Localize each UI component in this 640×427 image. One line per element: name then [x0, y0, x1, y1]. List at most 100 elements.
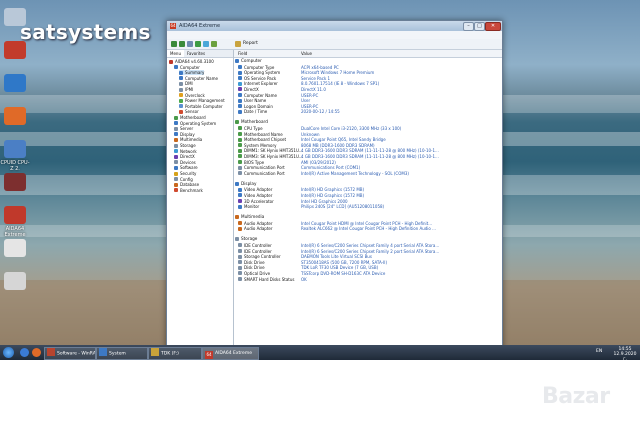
- language-indicator[interactable]: EN: [596, 349, 602, 354]
- desktop-shortcut-icon[interactable]: [4, 41, 26, 59]
- tree-item[interactable]: IPMI: [179, 87, 193, 92]
- detail-row[interactable]: Communication Port Intel(R) Active Manage…: [234, 171, 502, 176]
- detail-row[interactable]: SMART Hard Disks Status OK: [234, 277, 502, 282]
- tree-item[interactable]: Database: [174, 182, 199, 187]
- taskbar-button[interactable]: 64 AIDA64 Extreme: [202, 347, 259, 360]
- title-bar[interactable]: 64 AIDA64 Extreme – □ ✕: [167, 21, 502, 31]
- detail-row[interactable]: Monitor Philips 240S [24" LCD] (AU5120801…: [234, 204, 502, 209]
- tree-item[interactable]: Power Management: [179, 98, 225, 103]
- detail-row[interactable]: CPU Type DualCore Intel Core i3-2120, 330…: [234, 126, 502, 131]
- detail-row[interactable]: Disk Drive ST3500418AS (500 GB, 7200 RPM,…: [234, 260, 502, 265]
- detail-row[interactable]: Audio Adapter Realtek ALC662 @ Intel Coug…: [234, 226, 502, 231]
- desktop-shortcut-icon[interactable]: [4, 206, 26, 224]
- detail-value: 8068 MB (DDR3-1600 DDR3 SDRAM): [301, 142, 375, 148]
- tree-item[interactable]: Overclock: [179, 93, 205, 98]
- detail-row[interactable]: Optical Drive TSSTcorp DVD-ROM SH-D163C A…: [234, 271, 502, 276]
- detail-row[interactable]: Date / Time 2020-00-12 / 14:55: [234, 109, 502, 114]
- detail-row[interactable]: DirectX DirectX 11.0: [234, 87, 502, 92]
- detail-row[interactable]: Logon Domain USER-PC: [234, 104, 502, 109]
- close-button[interactable]: ✕: [485, 22, 501, 31]
- tree-item-icon: [174, 165, 178, 170]
- detail-row[interactable]: Computer Name USER-PC: [234, 93, 502, 98]
- tree-item[interactable]: Computer Name: [179, 76, 218, 81]
- minimize-button[interactable]: –: [463, 22, 474, 31]
- desktop-shortcut-icon[interactable]: [4, 173, 26, 191]
- nav-tab[interactable]: Favorites: [184, 50, 208, 57]
- tree-item[interactable]: Security: [174, 171, 196, 176]
- desktop-shortcut-icon[interactable]: [4, 140, 26, 158]
- detail-row-icon: [238, 70, 242, 75]
- detail-row[interactable]: Motherboard Name Unknown: [234, 132, 502, 137]
- tree-item[interactable]: DMI: [179, 81, 193, 86]
- ie-icon[interactable]: [20, 348, 29, 357]
- tree-item[interactable]: Storage: [174, 143, 196, 148]
- tree-item[interactable]: Sensor: [179, 109, 199, 114]
- detail-row[interactable]: System Memory 8068 MB (DDR3-1600 DDR3 SDR…: [234, 143, 502, 148]
- detail-row-icon: [238, 143, 242, 148]
- report-icon[interactable]: [235, 41, 241, 47]
- back-arrow-icon[interactable]: [171, 41, 177, 47]
- taskbar-button[interactable]: TDK (F:): [148, 347, 202, 360]
- tree-item[interactable]: Devices: [174, 160, 196, 165]
- aida64-window[interactable]: 64 AIDA64 Extreme – □ ✕ FileViewReportFa…: [166, 20, 503, 358]
- tree-item[interactable]: Portable Computer: [179, 104, 223, 109]
- detail-row-icon: [238, 81, 242, 86]
- detail-field: Monitor: [244, 204, 260, 210]
- detail-row[interactable]: Communication Port Communications Port (C…: [234, 165, 502, 170]
- detail-row[interactable]: Audio Adapter Intel Cougar Point HDMI @ I…: [234, 221, 502, 226]
- detail-row[interactable]: IDE Controller Intel(R) 6 Series/C200 Ser…: [234, 243, 502, 248]
- detail-row[interactable]: Storage Controller DAEMON Tools Lite Virt…: [234, 254, 502, 259]
- desktop-shortcut-icon[interactable]: [4, 272, 26, 290]
- tree-item[interactable]: Benchmark: [174, 188, 203, 193]
- detail-row[interactable]: DIMM3: SK Hynix HMT351U... 4 GB DDR3-1600…: [234, 154, 502, 159]
- tree-item[interactable]: Computer: [174, 65, 200, 70]
- taskbar-button[interactable]: Software - WinRAR: [44, 347, 96, 360]
- detail-row[interactable]: OS Service Pack Service Pack 1: [234, 76, 502, 81]
- detail-row[interactable]: Internet Explorer 8.0.7601.17514 (IE 8 - …: [234, 81, 502, 86]
- desktop-shortcut-icon[interactable]: [4, 74, 26, 92]
- tree-item[interactable]: Multimedia: [174, 137, 202, 142]
- tree-item[interactable]: AIDA64 v4.60.3100: [169, 59, 214, 64]
- detail-row[interactable]: 3D Accelerator Intel HD Graphics 2000: [234, 199, 502, 204]
- window-title: AIDA64 Extreme: [179, 23, 221, 29]
- tree-item[interactable]: Config: [174, 177, 193, 182]
- desktop-shortcut-icon[interactable]: [4, 239, 26, 257]
- tree-item[interactable]: Display: [174, 132, 195, 137]
- forward-arrow-icon[interactable]: [179, 41, 185, 47]
- up-arrow-icon[interactable]: [187, 41, 193, 47]
- field-column-header[interactable]: Field: [238, 50, 247, 57]
- maximize-button[interactable]: □: [474, 22, 485, 31]
- chart-icon[interactable]: [211, 41, 217, 47]
- detail-row[interactable]: Motherboard Chipset Intel Cougar Point Q6…: [234, 137, 502, 142]
- clock[interactable]: 14:55 12.9.2020 г.: [612, 347, 638, 360]
- tree-item[interactable]: Software: [174, 165, 198, 170]
- detail-row[interactable]: User Name User: [234, 98, 502, 103]
- detail-row[interactable]: Disk Drive TDK LoR TF30 USB Device (7 GB,…: [234, 265, 502, 270]
- detail-row[interactable]: DIMM1: SK Hynix HMT351U... 4 GB DDR3-1600…: [234, 148, 502, 153]
- refresh-icon[interactable]: [195, 41, 201, 47]
- desktop-shortcut-icon[interactable]: [4, 8, 26, 26]
- tree-item[interactable]: Motherboard: [174, 115, 206, 120]
- value-column-header[interactable]: Value: [301, 50, 312, 57]
- taskbar-button[interactable]: System: [96, 347, 148, 360]
- tree-item-icon: [179, 87, 183, 92]
- user-icon[interactable]: [203, 41, 209, 47]
- report-button[interactable]: Report: [243, 40, 258, 48]
- detail-row[interactable]: Computer Type ACPI x64-based PC: [234, 65, 502, 70]
- detail-row[interactable]: Operating System Microsoft Windows 7 Home…: [234, 70, 502, 75]
- tree-item[interactable]: Network: [174, 149, 197, 154]
- detail-field: Audio Adapter: [244, 226, 273, 232]
- tree-item[interactable]: Summary: [179, 70, 205, 76]
- detail-row[interactable]: IDE Controller Intel(R) 6 Series/C200 Ser…: [234, 249, 502, 254]
- desktop-shortcut-icon[interactable]: [4, 107, 26, 125]
- firefox-icon[interactable]: [32, 348, 41, 357]
- tree-item[interactable]: DirectX: [174, 154, 195, 159]
- tree-item[interactable]: Server: [174, 126, 193, 131]
- detail-row[interactable]: Video Adapter Intel(R) HD Graphics (1572 …: [234, 193, 502, 198]
- tree-item[interactable]: Operating System: [174, 121, 216, 126]
- start-button[interactable]: [3, 347, 14, 358]
- nav-tab[interactable]: Menu: [167, 50, 184, 57]
- detail-row[interactable]: BIOS Type AMI (03/29/2012): [234, 160, 502, 165]
- detail-row[interactable]: Video Adapter Intel(R) HD Graphics (1572 …: [234, 187, 502, 192]
- detail-row-icon: [238, 76, 242, 81]
